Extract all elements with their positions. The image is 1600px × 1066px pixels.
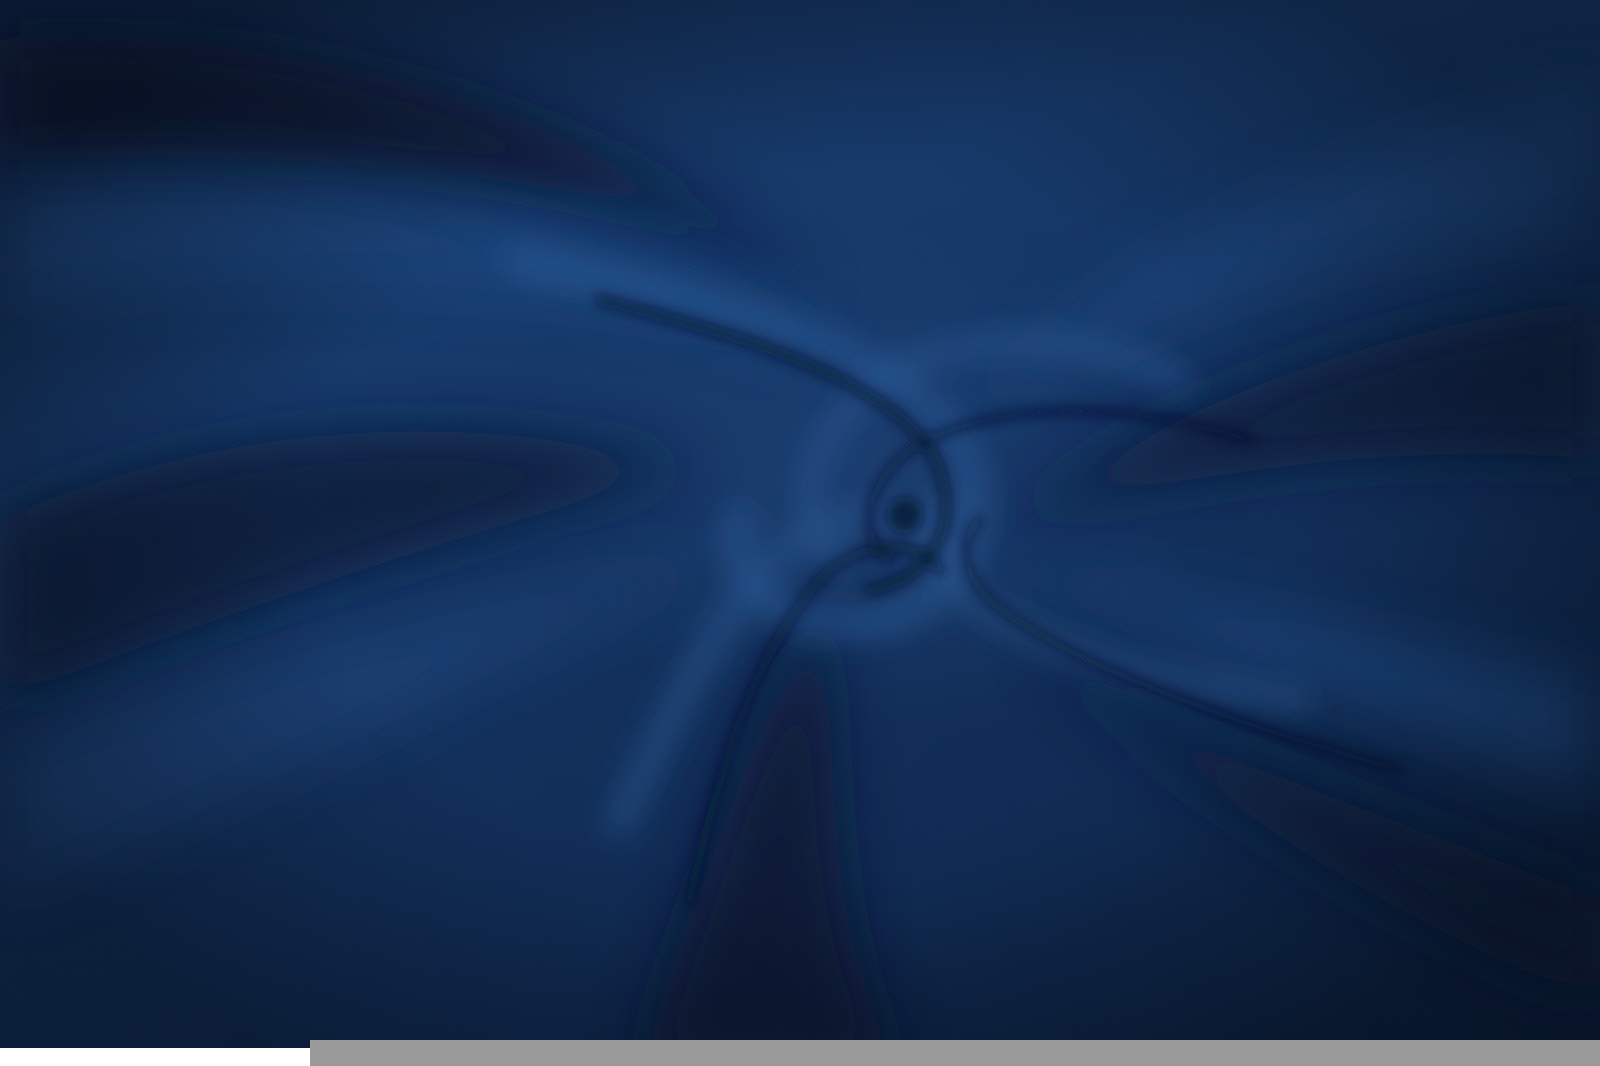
swirl-center [887, 497, 923, 533]
fold-light-bottom-right [1000, 560, 1600, 800]
fabric-swirl [0, 37, 1600, 1066]
bottom-strip [310, 1040, 1600, 1066]
fabric-photo [0, 0, 1600, 1066]
bottom-strip-left [0, 1048, 310, 1066]
